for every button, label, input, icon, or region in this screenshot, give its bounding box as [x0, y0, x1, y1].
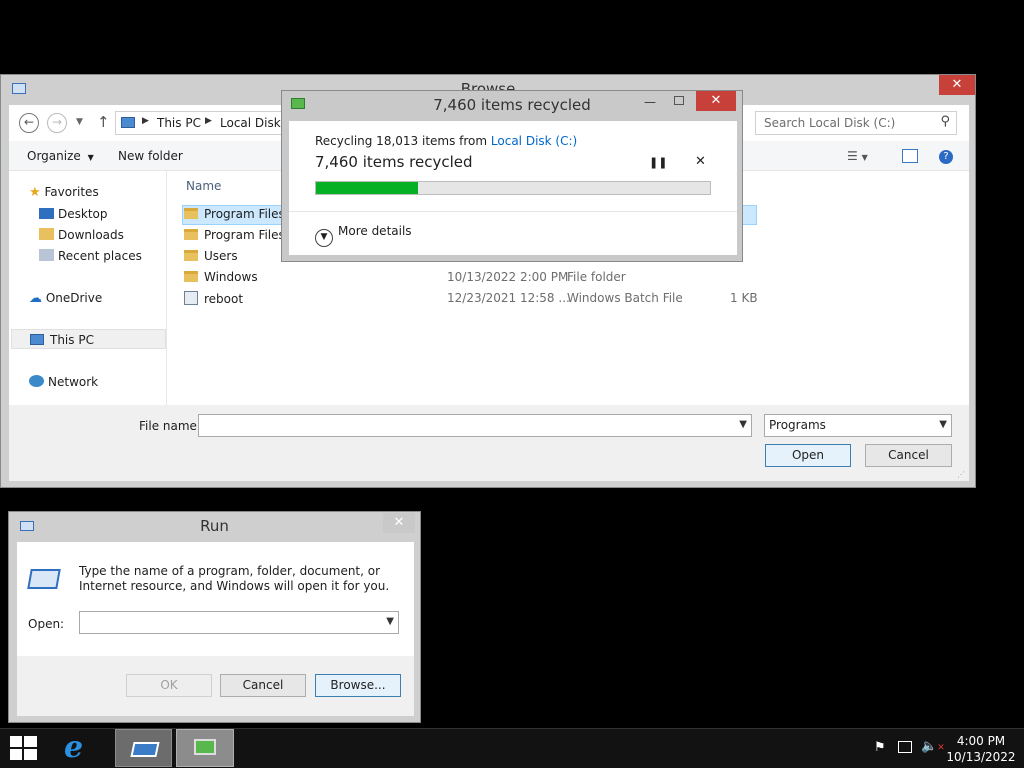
file-row[interactable]: Program Files [184, 207, 285, 227]
nav-downloads[interactable]: Downloads [39, 228, 124, 242]
back-button[interactable]: ← [19, 113, 39, 133]
search-placeholder: Search Local Disk (C:) [764, 116, 896, 130]
batch-file-icon [184, 291, 198, 305]
close-button[interactable]: ✕ [383, 513, 415, 533]
cancel-button[interactable]: Cancel [220, 674, 306, 697]
run-program-icon [130, 742, 160, 757]
nav-onedrive[interactable]: ☁ OneDrive [29, 291, 102, 306]
windows-start-icon[interactable] [10, 736, 38, 760]
file-row[interactable]: Windows 10/13/2022 2:00 PM File folder [184, 270, 764, 290]
recycle-source-line: Recycling 18,013 items from Local Disk (… [315, 134, 578, 148]
nav-desktop[interactable]: Desktop [39, 207, 108, 221]
folder-icon [184, 250, 198, 261]
open-button[interactable]: Open [765, 444, 851, 467]
breadcrumb-separator-icon: ▶ [205, 116, 212, 126]
progress-fill [316, 182, 419, 194]
downloads-icon [39, 228, 54, 240]
folder-icon [184, 229, 198, 240]
cancel-button[interactable]: Cancel [865, 444, 952, 467]
run-body [17, 542, 414, 656]
search-input[interactable]: Search Local Disk (C:) ⚲ [755, 111, 957, 135]
close-button[interactable]: ✕ [939, 75, 975, 95]
up-button[interactable]: ↑ [97, 113, 110, 131]
run-title: Run [200, 517, 229, 535]
divider [289, 211, 737, 212]
open-label: Open: [28, 617, 65, 631]
filename-label: File name: [139, 419, 201, 433]
computer-icon [121, 117, 135, 128]
file-type-value: Programs [769, 418, 826, 432]
run-open-input[interactable]: ▼ [79, 611, 399, 634]
progress-bar [315, 181, 711, 195]
recycle-title: 7,460 items recycled [433, 96, 591, 114]
internet-explorer-icon[interactable]: e [64, 731, 98, 765]
clock[interactable]: 4:00 PM 10/13/2022 [946, 733, 1016, 765]
run-program-icon [27, 569, 61, 589]
file-size: 1 KB [730, 291, 758, 305]
breadcrumb-thispc[interactable]: This PC [157, 116, 201, 130]
source-link[interactable]: Local Disk (C:) [491, 134, 577, 148]
app-icon [12, 83, 26, 94]
file-row[interactable]: reboot 12/23/2021 12:58 ... Windows Batc… [184, 291, 764, 311]
run-description: Type the name of a program, folder, docu… [79, 564, 390, 593]
file-type: File folder [567, 270, 626, 284]
address-bar[interactable]: ▶ This PC ▶ Local Disk (C:) [115, 111, 306, 135]
chevron-down-icon[interactable]: ▼ [739, 419, 747, 430]
folder-icon [184, 208, 198, 219]
preview-pane-icon[interactable] [902, 149, 918, 163]
nav-thispc[interactable]: This PC [11, 329, 166, 349]
chevron-down-icon[interactable]: ▼ [386, 616, 394, 627]
nav-recent-places[interactable]: Recent places [39, 249, 142, 263]
search-icon: ⚲ [940, 114, 950, 129]
organize-button[interactable]: Organize ▼ [27, 149, 94, 163]
close-button[interactable]: ✕ [696, 91, 736, 111]
recycle-body: Recycling 18,013 items from Local Disk (… [289, 121, 737, 255]
recent-locations-icon[interactable]: ▼ [76, 117, 83, 127]
recycle-dialog: 7,460 items recycled — ✕ Recycling 18,01… [281, 90, 743, 262]
recent-places-icon [39, 249, 54, 261]
network-tray-icon[interactable] [898, 741, 912, 753]
chevron-down-icon[interactable]: ▼ [939, 419, 947, 430]
clock-time: 4:00 PM [956, 734, 1006, 748]
more-details-button[interactable]: ▼ More details [315, 224, 412, 247]
chevron-down-icon: ▼ [87, 153, 94, 162]
maximize-button[interactable] [674, 96, 684, 105]
action-center-flag-icon[interactable]: ⚑ [874, 740, 886, 755]
view-options-icon[interactable]: ☰ ▼ [847, 149, 868, 163]
organize-label: Organize [27, 149, 81, 163]
file-date: 12/23/2021 12:58 ... [447, 291, 570, 305]
forward-button[interactable]: → [47, 113, 67, 133]
nav-network[interactable]: Network [29, 375, 98, 389]
volume-muted-icon[interactable]: 🔈✕ [921, 739, 945, 754]
file-type: Windows Batch File [567, 291, 683, 305]
file-type-select[interactable]: Programs ▼ [764, 414, 952, 437]
star-icon: ★ [29, 185, 41, 200]
desktop-icon [39, 208, 54, 219]
network-icon [29, 375, 44, 387]
cloud-icon: ☁ [29, 291, 42, 306]
pause-icon[interactable]: ❚❚ [649, 156, 667, 169]
help-icon[interactable]: ? [939, 150, 953, 164]
file-date: 10/13/2022 2:00 PM [447, 270, 569, 284]
taskbar-run-button[interactable] [115, 729, 172, 767]
browse-button[interactable]: Browse... [315, 674, 401, 697]
nav-favorites[interactable]: ★ Favorites [29, 185, 99, 200]
ok-button[interactable]: OK [126, 674, 212, 697]
folder-icon [184, 271, 198, 282]
minimize-button[interactable]: — [644, 95, 656, 109]
computer-icon [30, 334, 44, 345]
clock-date: 10/13/2022 [946, 750, 1016, 764]
recycle-status: 7,460 items recycled [315, 153, 473, 171]
file-row[interactable]: Users [184, 249, 238, 269]
chevron-down-circle-icon: ▼ [315, 229, 333, 247]
run-dialog: Run ✕ Type the name of a program, folder… [8, 511, 421, 723]
close-icon[interactable]: ✕ [695, 154, 706, 169]
breadcrumb-separator-icon: ▶ [142, 116, 149, 126]
filename-input[interactable]: ▼ [198, 414, 752, 437]
new-folder-button[interactable]: New folder [118, 149, 183, 163]
taskbar-recycle-button[interactable] [176, 729, 234, 767]
recycle-app-icon [194, 739, 216, 755]
column-header-name[interactable]: Name [186, 179, 221, 193]
resize-grip-icon[interactable]: ⋰ [957, 470, 965, 479]
